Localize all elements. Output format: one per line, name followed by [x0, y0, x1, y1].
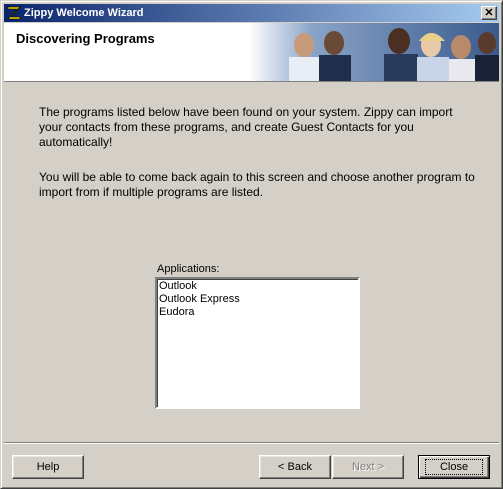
- applications-label: Applications:: [157, 263, 220, 275]
- close-window-button[interactable]: ✕: [481, 6, 497, 20]
- back-button[interactable]: < Back: [259, 455, 331, 479]
- wizard-window: Zippy Welcome Wizard ✕ Discovering Progr…: [0, 0, 503, 489]
- intro-paragraph: The programs listed below have been foun…: [39, 105, 453, 149]
- list-item[interactable]: Eudora: [159, 306, 356, 319]
- next-button[interactable]: Next >: [332, 455, 404, 479]
- close-icon: ✕: [484, 6, 494, 19]
- list-item[interactable]: Outlook: [159, 280, 356, 293]
- help-button[interactable]: Help: [12, 455, 84, 479]
- zippy-logo-icon: [6, 5, 22, 21]
- title-bar[interactable]: Zippy Welcome Wizard ✕: [4, 4, 499, 22]
- info-paragraph: You will be able to come back again to t…: [39, 170, 475, 199]
- header-photo: [249, 23, 499, 81]
- wizard-header: Discovering Programs: [4, 23, 499, 82]
- window-title: Zippy Welcome Wizard: [24, 7, 144, 19]
- applications-listbox[interactable]: Outlook Outlook Express Eudora: [155, 277, 360, 409]
- list-item[interactable]: Outlook Express: [159, 293, 356, 306]
- next-button-label: Next >: [351, 461, 385, 473]
- page-title: Discovering Programs: [16, 31, 155, 46]
- close-button[interactable]: Close: [418, 455, 490, 479]
- footer-divider: [4, 442, 499, 444]
- back-button-label: < Back: [278, 461, 312, 473]
- close-button-label: Close: [424, 459, 484, 475]
- help-button-label: Help: [36, 461, 60, 473]
